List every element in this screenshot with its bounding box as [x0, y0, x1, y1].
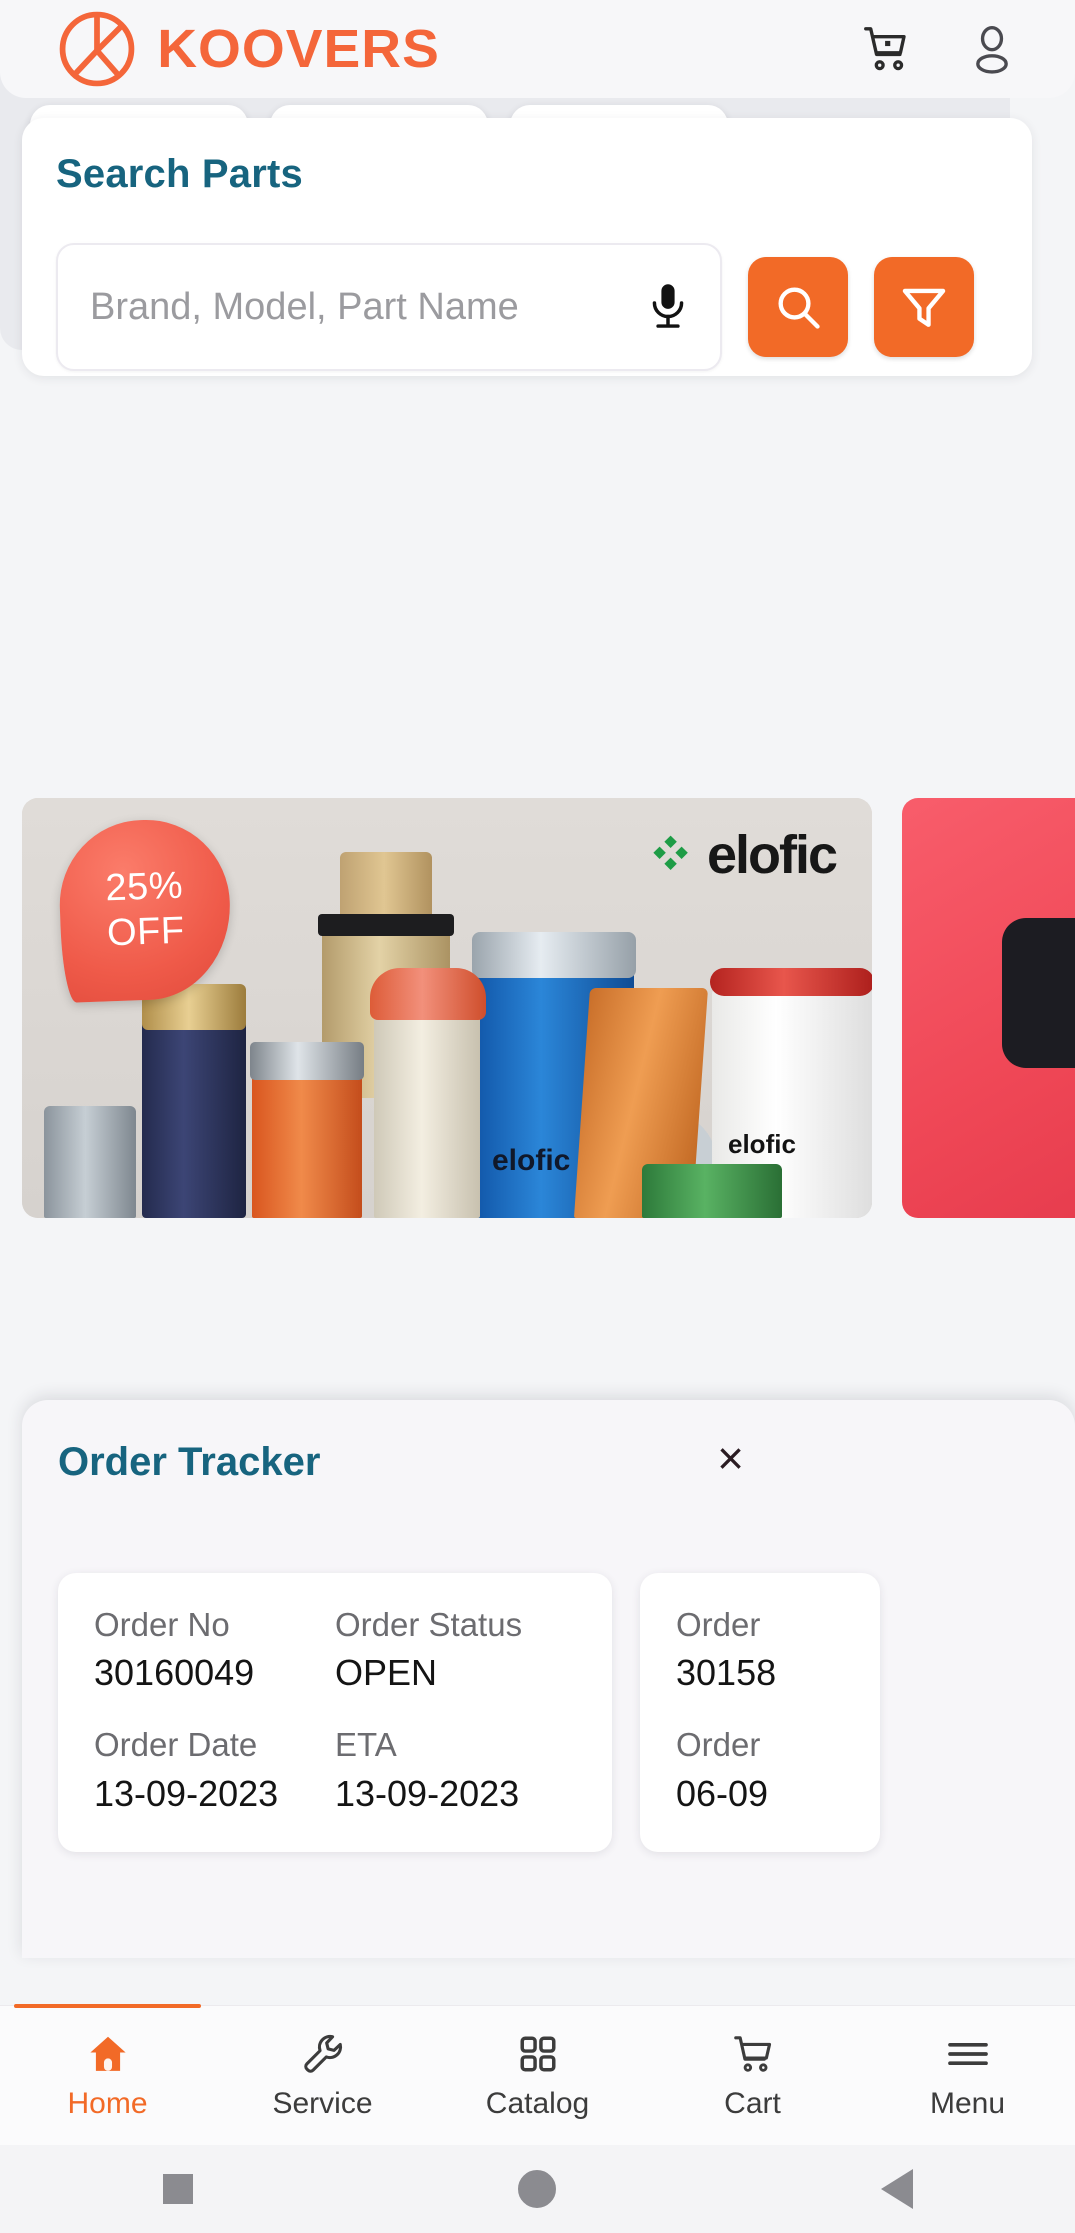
- product-image: [44, 1106, 136, 1218]
- nav-item-catalog[interactable]: Catalog: [430, 2006, 645, 2145]
- order-no-field: Order 30158: [676, 1603, 844, 1697]
- home-icon: [89, 2036, 126, 2071]
- product-image: [370, 968, 486, 1020]
- profile-icon[interactable]: [965, 22, 1019, 76]
- order-date-field: Order 06-09: [676, 1723, 844, 1817]
- microphone-icon[interactable]: [646, 279, 690, 335]
- order-date-value: 13-09-2023: [94, 1772, 279, 1814]
- search-parts-card: Search Parts: [22, 118, 1032, 376]
- nav-label: Catalog: [485, 2086, 590, 2120]
- eta-label: ETA: [335, 1726, 397, 1764]
- koovers-logo-icon: [59, 11, 135, 87]
- triangle-back-icon[interactable]: [880, 2169, 913, 2209]
- order-row-top: Order No 30160049 Order Status OPEN: [94, 1603, 576, 1697]
- promo-banner-secondary[interactable]: [902, 798, 1075, 1218]
- order-card[interactable]: Order No 30160049 Order Status OPEN Orde…: [58, 1573, 612, 1852]
- hamburger-menu-icon: [947, 2042, 988, 2065]
- order-tracker-header: Order Tracker ×: [58, 1435, 750, 1485]
- search-row: [56, 243, 998, 371]
- order-no-label: Order: [676, 1606, 761, 1643]
- product-image: [374, 1008, 480, 1218]
- nav-label: Service: [272, 2086, 373, 2120]
- order-no-value: 30158: [676, 1652, 777, 1694]
- nav-item-home[interactable]: Home: [0, 2004, 215, 2145]
- order-date-label: Order Date: [94, 1726, 258, 1764]
- product-image: [710, 968, 872, 996]
- elofic-diamond-icon: [653, 835, 688, 871]
- elofic-wordmark: elofic: [706, 825, 838, 885]
- order-status-label: Order Status: [335, 1606, 523, 1643]
- order-row-bottom: Order Date 13-09-2023 ETA 13-09-2023: [94, 1723, 576, 1817]
- nav-label: Home: [67, 2086, 148, 2120]
- home-icon-wrapper: [85, 2031, 131, 2077]
- grid-icon-wrapper: [516, 2031, 560, 2077]
- nav-item-cart[interactable]: Cart: [645, 2006, 860, 2145]
- product-image: [250, 1042, 364, 1080]
- order-no-label: Order No: [94, 1606, 230, 1643]
- cart-icon: [733, 2035, 771, 2072]
- app-screen: KOOVERS Search Parts Brand, Model, Part …: [0, 0, 1075, 2233]
- product-image: [642, 1164, 782, 1218]
- filter-funnel-icon: [902, 288, 946, 327]
- cart-icon-wrapper: [730, 2031, 776, 2077]
- nav-item-service[interactable]: Service: [215, 2006, 430, 2145]
- promo-banner-elofic[interactable]: elofic elofic 25% OFF elofic: [22, 798, 872, 1218]
- order-date-label: Order: [676, 1726, 761, 1764]
- search-button[interactable]: [748, 257, 848, 357]
- app-header: KOOVERS: [0, 0, 1075, 98]
- brand-logo[interactable]: KOOVERS: [56, 8, 440, 90]
- order-date-field: Order Date 13-09-2023: [94, 1723, 335, 1817]
- filter-button[interactable]: [874, 257, 974, 357]
- cart-icon[interactable]: [859, 22, 913, 76]
- order-status-value: OPEN: [335, 1652, 438, 1694]
- hamburger-menu-icon-wrapper: [945, 2031, 991, 2077]
- product-image: [472, 932, 636, 978]
- product-image: [252, 1068, 362, 1218]
- discount-percent: 25%: [104, 864, 184, 910]
- bottom-navigation: Home Service Catalog Cart Menu: [0, 2004, 1075, 2145]
- search-input[interactable]: [90, 285, 636, 329]
- header-actions: [859, 22, 1031, 76]
- nav-item-menu[interactable]: Menu: [860, 2006, 1075, 2145]
- order-cards-row[interactable]: Order No 30160049 Order Status OPEN Orde…: [58, 1573, 1039, 1852]
- elofic-logo-small: elofic: [728, 1129, 796, 1159]
- eta-field: ETA 13-09-2023: [335, 1723, 576, 1817]
- eta-value: 13-09-2023: [335, 1772, 520, 1814]
- search-icon: [778, 287, 820, 329]
- order-no-value: 30160049: [94, 1652, 255, 1694]
- order-status-field: Order Status OPEN: [335, 1603, 576, 1697]
- order-tracker-title: Order Tracker: [58, 1440, 321, 1484]
- square-recents-icon[interactable]: [162, 2174, 193, 2204]
- nav-label: Menu: [929, 2086, 1006, 2120]
- wrench-icon-wrapper: [301, 2031, 345, 2077]
- wrench-icon: [303, 2034, 342, 2073]
- circle-home-icon[interactable]: [517, 2170, 556, 2208]
- brand-name: KOOVERS: [157, 19, 440, 79]
- nav-label: Cart: [724, 2086, 781, 2120]
- system-navigation-bar: [0, 2145, 1075, 2233]
- grid-icon: [519, 2035, 556, 2072]
- order-card[interactable]: Order 30158 Order 06-09: [640, 1573, 880, 1852]
- promo-banner-carousel[interactable]: elofic elofic 25% OFF elofic: [22, 798, 1075, 1218]
- search-parts-title: Search Parts: [56, 152, 303, 196]
- elofic-logo-small: elofic: [492, 1144, 571, 1177]
- discount-word: OFF: [106, 909, 186, 955]
- product-image: [142, 1018, 246, 1218]
- product-image: [318, 914, 454, 936]
- search-field-wrapper[interactable]: [56, 243, 722, 371]
- order-no-field: Order No 30160049: [94, 1603, 335, 1697]
- order-tracker-sheet: Order Tracker × Order No 30160049 Order …: [22, 1400, 1075, 1958]
- order-date-value: 06-09: [676, 1772, 769, 1814]
- close-icon[interactable]: ×: [711, 1435, 750, 1481]
- elofic-brand-logo: elofic: [653, 824, 838, 886]
